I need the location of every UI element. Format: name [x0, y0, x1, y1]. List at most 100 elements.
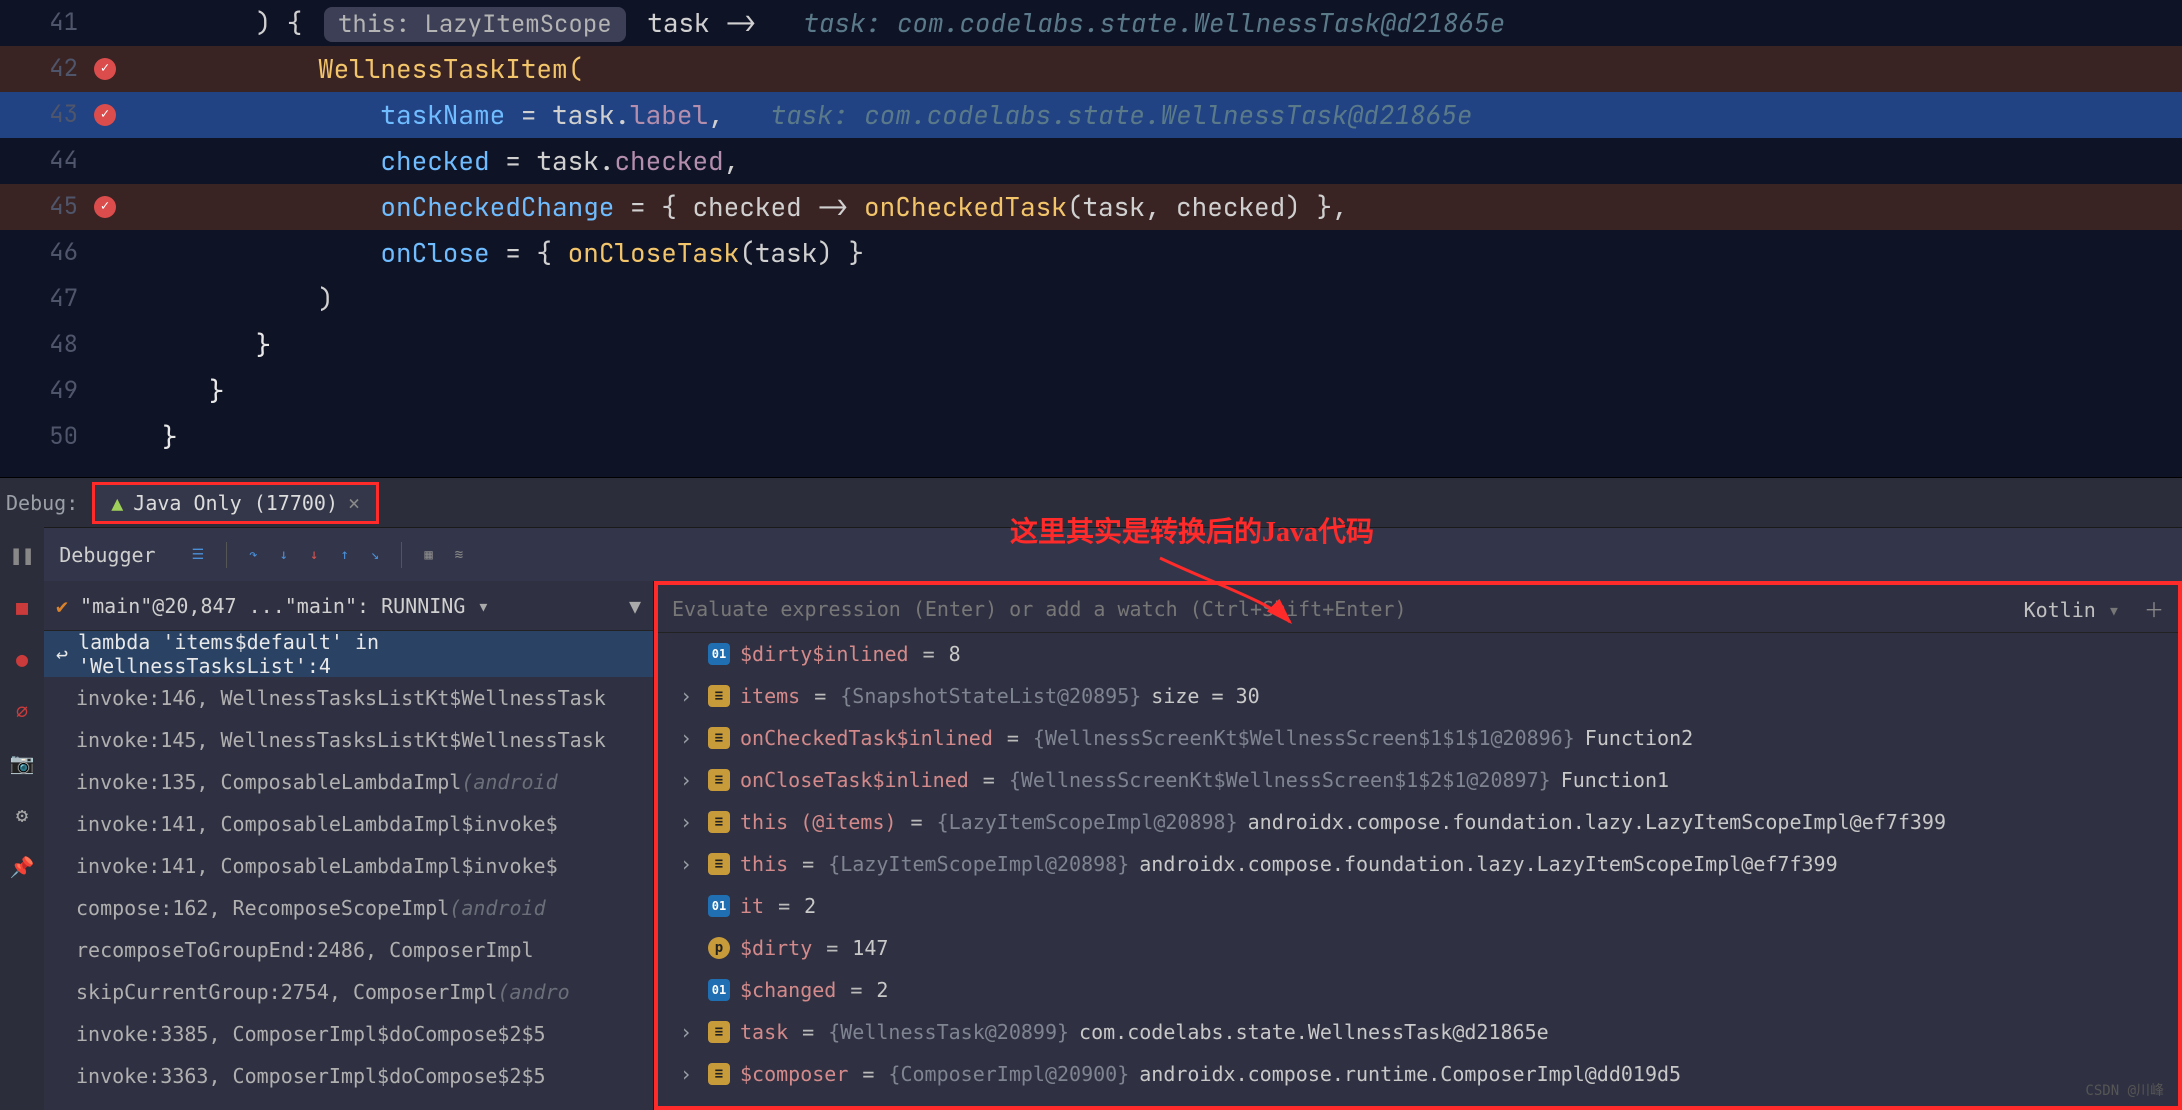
filter-icon[interactable]: ▾ — [477, 594, 489, 618]
dropdown-icon[interactable]: ▼ — [629, 594, 641, 618]
inlay-hint: this: LazyItemScope — [324, 7, 626, 42]
pause-icon[interactable]: ❚❚ — [10, 543, 34, 567]
evaluate-expression-input[interactable]: Evaluate expression (Enter) or add a wat… — [658, 585, 2178, 633]
code-line: 48 } — [0, 322, 2182, 368]
variable-name: task — [740, 1020, 788, 1044]
stack-frame[interactable]: compose:162, RecomposeScopeImpl (android — [44, 887, 653, 929]
stack-frame[interactable]: invoke:145, WellnessTasksListKt$Wellness… — [44, 719, 653, 761]
code-line: 42 WellnessTaskItem( — [0, 46, 2182, 92]
variable-row[interactable]: ›≡onCheckedTask$inlined={WellnessScreenK… — [658, 717, 2178, 759]
expand-icon[interactable]: › — [680, 768, 698, 792]
mute-breakpoints-icon[interactable]: ⌀ — [16, 699, 28, 723]
step-into-icon[interactable]: ↓ — [280, 547, 288, 563]
stack-frame[interactable]: invoke:3363, ComposerImpl$doCompose$2$5 — [44, 1055, 653, 1097]
threads-icon[interactable]: ☰ — [192, 547, 205, 563]
variable-name: $dirty — [740, 936, 812, 960]
debug-session-tab[interactable]: ▲ Java Only (17700) × — [92, 482, 379, 524]
code-line: 41 ) { this: LazyItemScope task -> task:… — [0, 0, 2182, 46]
current-frame[interactable]: ↩ lambda 'items$default' in 'WellnessTas… — [44, 631, 653, 677]
step-over-icon[interactable]: ↷ — [249, 547, 257, 563]
close-icon[interactable]: × — [348, 491, 360, 515]
stop-icon[interactable]: ■ — [16, 595, 28, 619]
expand-icon[interactable]: › — [680, 852, 698, 876]
android-icon: ▲ — [111, 491, 123, 515]
variable-row[interactable]: ›≡items={SnapshotStateList@20895} size =… — [658, 675, 2178, 717]
variable-row[interactable]: 01it=2 — [658, 885, 2178, 927]
expand-icon[interactable]: › — [680, 1020, 698, 1044]
variable-row[interactable]: ›≡$composer={ComposerImpl@20900} android… — [658, 1053, 2178, 1095]
code-text: ) { this: LazyItemScope task -> task: co… — [152, 1, 1505, 46]
view-breakpoints-icon[interactable]: ● — [16, 647, 28, 671]
variable-value: com.codelabs.state.WellnessTask@d21865e — [1079, 1020, 1549, 1044]
expand-icon[interactable]: › — [680, 1062, 698, 1086]
variable-row[interactable]: p$dirty=147 — [658, 927, 2178, 969]
code-line: 47 ) — [0, 276, 2182, 322]
camera-icon[interactable]: 📷 — [10, 751, 35, 775]
variable-value: androidx.compose.runtime.ComposerImpl@dd… — [1139, 1062, 1681, 1086]
object-icon: ≡ — [708, 685, 730, 707]
param-icon: p — [708, 937, 730, 959]
breakpoint-gutter[interactable] — [90, 58, 120, 80]
variable-row[interactable]: ›≡onCloseTask$inlined={WellnessScreenKt$… — [658, 759, 2178, 801]
object-icon: ≡ — [708, 769, 730, 791]
variable-row[interactable]: ›≡this={LazyItemScopeImpl@20898} android… — [658, 843, 2178, 885]
code-editor[interactable]: 41 ) { this: LazyItemScope task -> task:… — [0, 0, 2182, 477]
object-icon: ≡ — [708, 727, 730, 749]
object-icon: ≡ — [708, 853, 730, 875]
variable-name: onCloseTask$inlined — [740, 768, 969, 792]
force-step-into-icon[interactable]: ↓ — [310, 547, 318, 563]
breakpoint-icon[interactable] — [94, 196, 116, 218]
settings-icon[interactable]: ⚙ — [16, 803, 28, 827]
code-line: 46 onClose = { onCloseTask(task) } — [0, 230, 2182, 276]
dropdown-icon[interactable]: ▾ — [2108, 598, 2120, 622]
line-number: 41 — [0, 3, 90, 44]
variable-row[interactable]: 01$dirty$inlined=8 — [658, 633, 2178, 675]
variable-value: androidx.compose.foundation.lazy.LazyIte… — [1248, 810, 1946, 834]
variable-row[interactable]: ›≡task={WellnessTask@20899} com.codelabs… — [658, 1011, 2178, 1053]
expand-icon[interactable]: › — [680, 684, 698, 708]
int-icon: 01 — [708, 979, 730, 1001]
debugger-toolbar: ▶ Debugger ☰ ↷ ↓ ↓ ↑ ↘ ▦ ≋ — [0, 527, 2182, 581]
stack-frame[interactable]: invoke:141, ComposableLambdaImpl$invoke$ — [44, 803, 653, 845]
return-icon: ↩ — [56, 642, 68, 666]
stack-frame[interactable]: invoke:3385, ComposerImpl$doCompose$2$5 — [44, 1013, 653, 1055]
code-line: 44 checked = task.checked, — [0, 138, 2182, 184]
pin-icon[interactable]: 📌 — [10, 855, 35, 879]
code-line: 45 onCheckedChange = { checked -> onChec… — [0, 184, 2182, 230]
stack-frame[interactable]: recomposeToGroupEnd:2486, ComposerImpl — [44, 929, 653, 971]
stack-frame[interactable]: invoke:141, ComposableLambdaImpl$invoke$ — [44, 845, 653, 887]
variable-value: 2 — [804, 894, 816, 918]
eval-language[interactable]: Kotlin — [2024, 598, 2096, 622]
step-out-icon[interactable]: ↑ — [340, 547, 348, 563]
stack-frame[interactable]: skipCurrentGroup:2754, ComposerImpl (and… — [44, 971, 653, 1013]
variable-value: 2 — [876, 978, 888, 1002]
debug-panel-tabbar: Debug: ▲ Java Only (17700) × — [0, 477, 2182, 527]
variable-row[interactable]: ›≡this (@items)={LazyItemScopeImpl@20898… — [658, 801, 2178, 843]
run-to-cursor-icon[interactable]: ↘ — [371, 547, 379, 563]
add-icon[interactable]: ＋ — [2144, 598, 2164, 622]
stack-frame[interactable]: invoke:135, ComposableLambdaImpl (androi… — [44, 761, 653, 803]
variable-row[interactable]: 01$changed=2 — [658, 969, 2178, 1011]
check-icon: ✔ — [56, 594, 68, 618]
thread-selector[interactable]: ✔ "main"@20,847 ..."main": RUNNING ▾ ▼ — [44, 581, 653, 631]
debug-label: Debug: — [6, 491, 78, 515]
variable-value: size = 30 — [1151, 684, 1259, 708]
variable-name: items — [740, 684, 800, 708]
stack-frame[interactable]: invoke:146, WellnessTasksListKt$Wellness… — [44, 677, 653, 719]
debugger-tab-button[interactable]: Debugger — [45, 537, 169, 573]
variable-name: this (@items) — [740, 810, 897, 834]
debug-side-controls: ❚❚ ■ ● ⌀ 📷 ⚙ 📌 — [0, 527, 44, 1110]
expand-icon[interactable]: › — [680, 726, 698, 750]
breakpoint-icon[interactable] — [94, 58, 116, 80]
evaluate-icon[interactable]: ▦ — [424, 547, 432, 563]
variable-value: Function2 — [1585, 726, 1693, 750]
variable-name: onCheckedTask$inlined — [740, 726, 993, 750]
trace-icon[interactable]: ≋ — [455, 547, 463, 563]
variable-value: 147 — [852, 936, 888, 960]
variable-value: Function1 — [1561, 768, 1669, 792]
breakpoint-gutter[interactable] — [90, 104, 120, 126]
debug-session-name: Java Only (17700) — [133, 491, 338, 515]
expand-icon[interactable]: › — [680, 810, 698, 834]
breakpoint-icon[interactable] — [94, 104, 116, 126]
variable-name: $dirty$inlined — [740, 642, 909, 666]
